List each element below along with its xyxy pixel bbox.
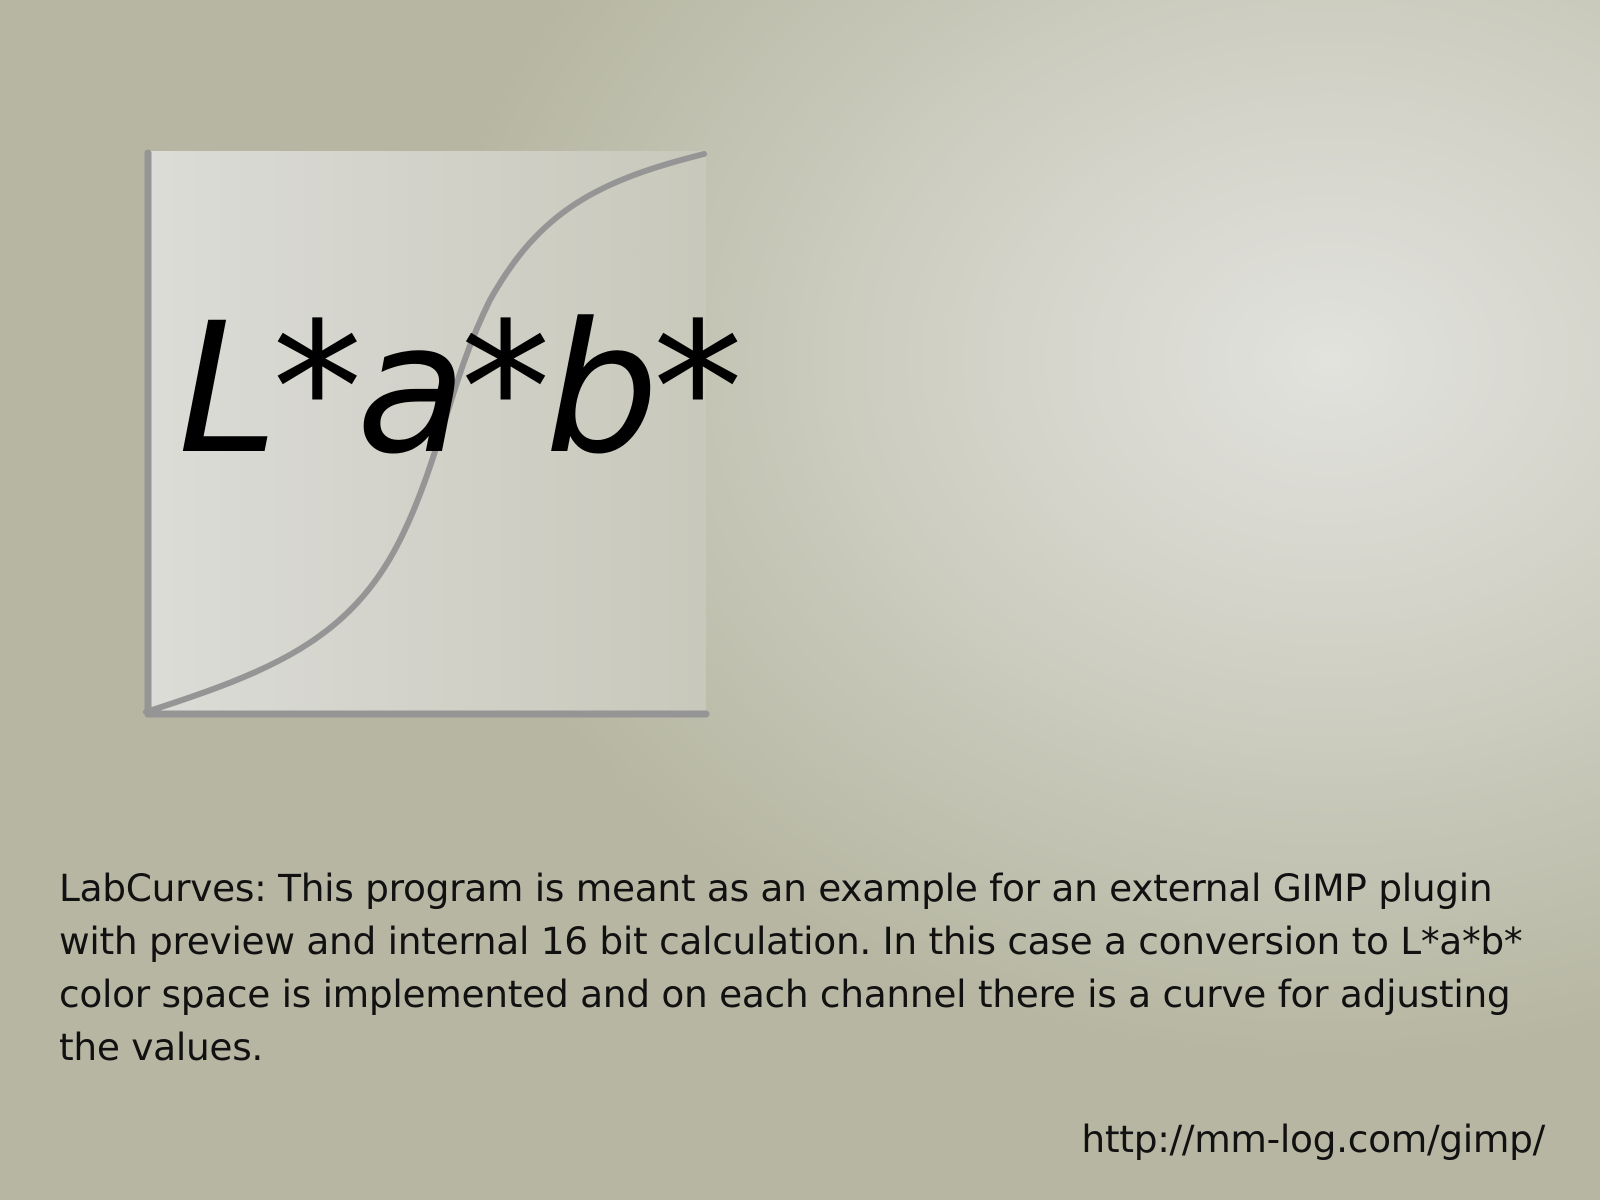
description-text: LabCurves: This program is meant as an e… bbox=[59, 866, 1523, 1069]
logo-title: L*a*b* bbox=[178, 285, 743, 494]
website-url[interactable]: http://mm-log.com/gimp/ bbox=[1081, 1117, 1545, 1161]
